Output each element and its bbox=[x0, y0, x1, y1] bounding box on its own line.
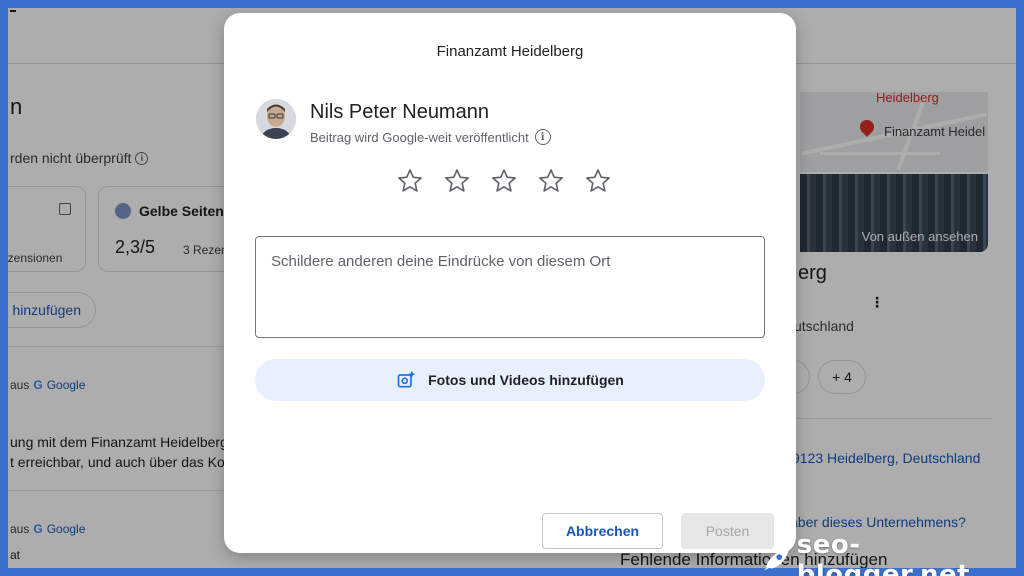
app-frame: n rden nicht überprüft i ezensionen Gelb… bbox=[8, 8, 1016, 568]
user-name: Nils Peter Neumann bbox=[310, 101, 489, 123]
publish-note-text: Beitrag wird Google-weit veröffentlicht bbox=[310, 129, 529, 145]
publish-note: Beitrag wird Google-weit veröffentlicht … bbox=[310, 129, 551, 145]
add-photos-videos-button[interactable]: Fotos und Videos hinzufügen bbox=[255, 359, 765, 401]
review-textarea[interactable] bbox=[255, 236, 765, 338]
star-rating bbox=[396, 167, 612, 195]
info-icon[interactable]: i bbox=[534, 129, 551, 145]
star-1-icon[interactable] bbox=[396, 167, 424, 195]
watermark: seo-blogger.net bbox=[762, 530, 1024, 576]
dialog-title: Finanzamt Heidelberg bbox=[436, 43, 584, 60]
rocket-logo-icon bbox=[763, 549, 789, 571]
watermark-text: seo-blogger.net bbox=[796, 530, 971, 576]
add-photo-icon bbox=[397, 371, 415, 388]
star-3-icon[interactable] bbox=[490, 167, 518, 195]
review-dialog: Finanzamt Heidelberg Nils Peter Neumann … bbox=[224, 13, 796, 553]
avatar bbox=[256, 99, 296, 139]
star-5-icon[interactable] bbox=[584, 167, 612, 195]
add-photos-videos-label: Fotos und Videos hinzufügen bbox=[428, 372, 624, 388]
post-button[interactable]: Posten bbox=[681, 513, 774, 549]
cancel-button[interactable]: Abbrechen bbox=[542, 513, 663, 549]
star-4-icon[interactable] bbox=[537, 167, 565, 195]
star-2-icon[interactable] bbox=[443, 167, 471, 195]
